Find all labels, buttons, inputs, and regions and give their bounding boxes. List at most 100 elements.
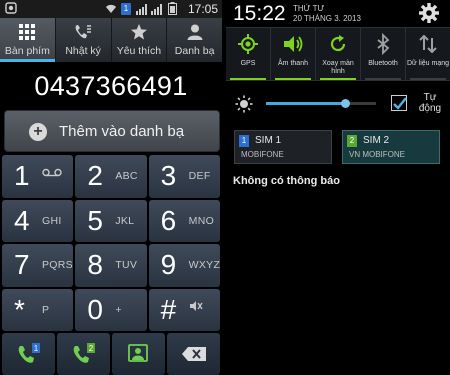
add-to-contacts-label: Thêm vào danh bạ xyxy=(59,123,185,140)
sim-selector: 1 SIM 1 MOBIFONE 2 SIM 2 VN MOBIFONE xyxy=(226,124,450,168)
sim1-name: SIM 1 xyxy=(255,135,282,146)
toggle-gps[interactable]: GPS xyxy=(226,28,271,80)
dialer-screen: 1 17:05 Bàn phím Nhật ký Yêu thích Danh … xyxy=(0,0,222,375)
voicemail-icon xyxy=(42,168,62,180)
call-sim2-icon: 2 xyxy=(73,343,95,363)
dialed-number[interactable]: 0437366491 xyxy=(0,66,222,106)
sim1-card[interactable]: 1 SIM 1 MOBIFONE xyxy=(234,130,332,164)
key-letters: MNO xyxy=(188,214,215,227)
key-digit: 0 xyxy=(87,293,103,325)
tab-label: Danh bạ xyxy=(174,45,215,57)
signal-2-icon xyxy=(151,2,162,15)
key-letters: DEF xyxy=(188,170,211,182)
key-8[interactable]: 8 TUV xyxy=(75,244,147,287)
key-letters: JKL xyxy=(115,214,135,227)
shade-date: 20 THÁNG 3. 2013 xyxy=(293,14,361,23)
mute-icon xyxy=(189,300,203,315)
toggle-label: Âm thanh xyxy=(278,60,308,67)
shade-time: 15:22 xyxy=(233,2,286,25)
shade-day: THỨ TƯ xyxy=(293,4,325,13)
key-digit: 4 xyxy=(14,204,30,236)
key-0[interactable]: 0 + xyxy=(75,288,147,331)
tab-contacts[interactable]: Danh bạ xyxy=(167,18,222,62)
no-notifications-text: Không có thông báo xyxy=(233,175,340,187)
key-3[interactable]: 3 DEF xyxy=(148,155,220,198)
brightness-row: Tự động xyxy=(226,86,450,120)
backspace-icon xyxy=(181,347,206,361)
toggle-label: Dữ liệu mạng xyxy=(406,60,450,67)
brightness-thumb[interactable] xyxy=(341,99,351,108)
android-icon xyxy=(5,2,17,15)
tab-label: Nhật ký xyxy=(65,45,101,57)
settings-button[interactable] xyxy=(418,2,440,29)
rotate-icon xyxy=(330,35,346,52)
plus-icon: + xyxy=(29,123,47,141)
key-letters: WXYZ xyxy=(188,259,221,271)
wifi-icon xyxy=(105,2,117,15)
sim2-name: SIM 2 xyxy=(363,135,390,146)
key-digit: 2 xyxy=(87,160,103,191)
key-5[interactable]: 5 JKL xyxy=(75,199,147,242)
key-4[interactable]: 4 GHI xyxy=(2,199,74,242)
sim2-card[interactable]: 2 SIM 2 VN MOBIFONE xyxy=(342,130,440,164)
toggle-rotate[interactable]: Xoay màn hình xyxy=(316,28,361,80)
toggle-label: Bluetooth xyxy=(368,60,398,67)
toggle-bluetooth[interactable]: Bluetooth xyxy=(361,28,406,80)
toggle-indicator xyxy=(230,78,266,80)
tab-keypad[interactable]: Bàn phím xyxy=(0,18,56,62)
key-1[interactable]: 1 xyxy=(2,155,74,198)
toggle-indicator xyxy=(365,78,401,80)
sim1-badge-text: 1 xyxy=(33,344,38,353)
key-star[interactable]: * P xyxy=(2,288,74,331)
dialer-actions: 1 2 xyxy=(2,333,220,375)
key-letters: PQRS xyxy=(42,259,73,271)
key-hash[interactable]: # xyxy=(148,288,220,331)
key-digit: # xyxy=(160,293,177,325)
checkmark-icon xyxy=(393,97,407,110)
tab-favorites[interactable]: Yêu thích xyxy=(112,18,168,62)
call-sim1-icon: 1 xyxy=(18,343,40,363)
toggle-sound[interactable]: Âm thanh xyxy=(271,28,316,80)
brightness-fill xyxy=(266,102,346,105)
key-7[interactable]: 7 PQRS xyxy=(2,244,74,287)
dialer-tabs: Bàn phím Nhật ký Yêu thích Danh bạ xyxy=(0,18,222,62)
key-digit: 8 xyxy=(87,249,103,280)
add-contact-button[interactable] xyxy=(112,333,165,375)
backspace-button[interactable] xyxy=(167,333,220,375)
brightness-icon xyxy=(235,95,253,118)
tab-label: Bàn phím xyxy=(4,45,50,57)
key-letters: ABC xyxy=(115,170,138,182)
quick-settings: GPS Âm thanh Xoay màn hình Bluetooth Dữ … xyxy=(226,27,450,81)
gear-icon xyxy=(419,3,439,23)
gps-icon xyxy=(238,34,258,54)
toggle-label: Xoay màn hình xyxy=(322,60,354,75)
status-bar: 1 17:05 xyxy=(0,0,222,18)
star-icon xyxy=(130,24,147,40)
add-contact-icon xyxy=(127,344,148,362)
key-6[interactable]: 6 MNO xyxy=(148,199,220,242)
key-2[interactable]: 2 ABC xyxy=(75,155,147,198)
add-to-contacts-button[interactable]: + Thêm vào danh bạ xyxy=(4,110,220,152)
auto-brightness-checkbox[interactable] xyxy=(391,95,407,111)
battery-icon xyxy=(168,2,177,15)
call-sim1-button[interactable]: 1 xyxy=(2,333,55,375)
key-digit: 5 xyxy=(87,204,103,236)
sim1-carrier: MOBIFONE xyxy=(241,150,284,159)
toggle-indicator xyxy=(320,78,356,80)
keypad: 1 2 ABC 3 DEF 4 GHI 5 JKL 6 MNO 7 PQRS 8 TUV 9W… xyxy=(2,155,220,331)
key-digit: 3 xyxy=(160,160,177,191)
sim2-carrier: VN MOBIFONE xyxy=(349,150,406,159)
toggle-mobile-data[interactable]: Dữ liệu mạng xyxy=(406,28,450,80)
key-digit: 1 xyxy=(14,160,30,191)
call-sim2-button[interactable]: 2 xyxy=(57,333,110,375)
signal-icon xyxy=(136,2,147,15)
sim-badge: 1 xyxy=(121,2,131,15)
keypad-icon xyxy=(19,24,36,40)
sound-icon xyxy=(284,36,303,52)
key-9[interactable]: 9 WXYZ xyxy=(148,244,221,287)
notification-shade: 15:22 THỨ TƯ 20 THÁNG 3. 2013 GPS Âm tha… xyxy=(226,0,450,375)
tab-call-log[interactable]: Nhật ký xyxy=(56,18,112,62)
brightness-slider[interactable] xyxy=(266,99,376,108)
contacts-icon xyxy=(187,24,203,40)
toggle-indicator xyxy=(410,78,446,80)
